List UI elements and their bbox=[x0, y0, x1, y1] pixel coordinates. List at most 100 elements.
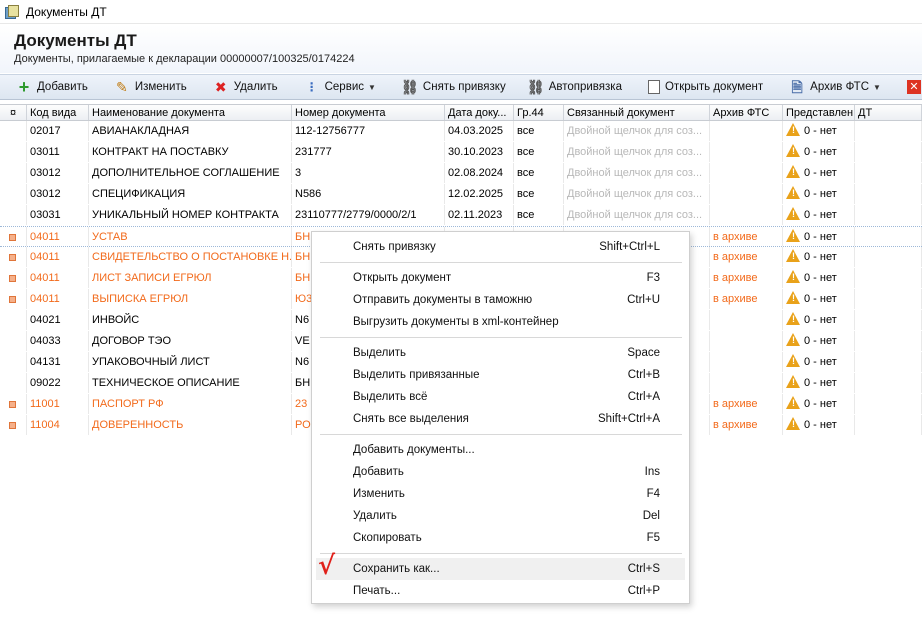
cell-gr44[interactable]: все bbox=[514, 163, 564, 183]
column-header-dt[interactable]: ДТ bbox=[855, 105, 922, 120]
cell-code[interactable]: 09022 bbox=[27, 373, 89, 393]
cell-presented[interactable]: ! 0 - нет bbox=[783, 227, 855, 246]
cell-code[interactable]: 11001 bbox=[27, 394, 89, 414]
cell-code[interactable]: 04011 bbox=[27, 289, 89, 309]
cell-code[interactable]: 04011 bbox=[27, 268, 89, 288]
cell-gr44[interactable]: все bbox=[514, 205, 564, 225]
column-header-name[interactable]: Наименование документа bbox=[89, 105, 292, 120]
cell-presented[interactable]: ! 0 - нет bbox=[783, 352, 855, 372]
row-marker-cell[interactable] bbox=[0, 310, 27, 330]
menu-item[interactable]: Добавить документы... bbox=[316, 439, 685, 461]
cell-presented[interactable]: ! 0 - нет bbox=[783, 205, 855, 225]
cell-dt[interactable] bbox=[855, 163, 922, 183]
cell-presented[interactable]: ! 0 - нет bbox=[783, 394, 855, 414]
menu-item[interactable]: Выделить всё Ctrl+A bbox=[316, 386, 685, 408]
cell-presented[interactable]: ! 0 - нет bbox=[783, 247, 855, 267]
column-header-gr44[interactable]: Гр.44 bbox=[514, 105, 564, 120]
cell-name[interactable]: КОНТРАКТ НА ПОСТАВКУ bbox=[89, 142, 292, 162]
cell-code[interactable]: 04131 bbox=[27, 352, 89, 372]
column-header-date[interactable]: Дата доку... bbox=[445, 105, 514, 120]
cell-name[interactable]: СВИДЕТЕЛЬСТВО О ПОСТАНОВКЕ Н... bbox=[89, 247, 292, 267]
cell-number[interactable]: N586 bbox=[292, 184, 445, 204]
cell-dt[interactable] bbox=[855, 205, 922, 225]
cell-name[interactable]: ТЕХНИЧЕСКОЕ ОПИСАНИЕ bbox=[89, 373, 292, 393]
cell-code[interactable]: 03012 bbox=[27, 184, 89, 204]
cell-linked-document[interactable]: Двойной щелчок для соз... bbox=[564, 121, 710, 141]
column-header-code[interactable]: Код вида bbox=[27, 105, 89, 120]
table-row[interactable]: 03012 ДОПОЛНИТЕЛЬНОЕ СОГЛАШЕНИЕ 3 02.08.202… bbox=[0, 163, 922, 184]
cell-date[interactable]: 12.02.2025 bbox=[445, 184, 514, 204]
cell-dt[interactable] bbox=[855, 268, 922, 288]
row-marker-cell[interactable] bbox=[0, 331, 27, 351]
cell-code[interactable]: 03012 bbox=[27, 163, 89, 183]
cell-linked-document[interactable]: Двойной щелчок для соз... bbox=[564, 184, 710, 204]
cell-linked-document[interactable]: Двойной щелчок для соз... bbox=[564, 142, 710, 162]
menu-item[interactable]: Выделить привязанные Ctrl+B bbox=[316, 364, 685, 386]
cell-number[interactable]: 112-12756777 bbox=[292, 121, 445, 141]
table-row[interactable]: 03011 КОНТРАКТ НА ПОСТАВКУ 231777 30.10.202… bbox=[0, 142, 922, 163]
menu-item[interactable]: Выгрузить документы в xml-контейнер bbox=[316, 311, 685, 333]
row-marker-cell[interactable] bbox=[0, 142, 27, 162]
menu-item[interactable]: Выделить Space bbox=[316, 342, 685, 364]
delete-button[interactable]: ✖ Удалить bbox=[207, 76, 284, 98]
cell-archive[interactable] bbox=[710, 121, 783, 141]
cell-name[interactable]: СПЕЦИФИКАЦИЯ bbox=[89, 184, 292, 204]
row-marker-cell[interactable] bbox=[0, 268, 27, 288]
cell-code[interactable]: 11004 bbox=[27, 415, 89, 435]
cell-code[interactable]: 04011 bbox=[27, 227, 89, 246]
row-marker-cell[interactable] bbox=[0, 394, 27, 414]
cell-archive[interactable]: в архиве bbox=[710, 227, 783, 246]
menu-item[interactable]: Снять все выделения Shift+Ctrl+A bbox=[316, 408, 685, 430]
menu-item[interactable]: Сохранить как... Ctrl+S bbox=[316, 558, 685, 580]
cell-dt[interactable] bbox=[855, 331, 922, 351]
row-marker-cell[interactable] bbox=[0, 247, 27, 267]
cell-archive[interactable] bbox=[710, 310, 783, 330]
cell-dt[interactable] bbox=[855, 121, 922, 141]
menu-item[interactable]: Скопировать F5 bbox=[316, 527, 685, 549]
cell-dt[interactable] bbox=[855, 415, 922, 435]
cell-presented[interactable]: ! 0 - нет bbox=[783, 184, 855, 204]
cell-gr44[interactable]: все bbox=[514, 184, 564, 204]
cell-presented[interactable]: ! 0 - нет bbox=[783, 415, 855, 435]
cell-archive[interactable] bbox=[710, 205, 783, 225]
cell-dt[interactable] bbox=[855, 394, 922, 414]
table-row[interactable]: 03031 УНИКАЛЬНЫЙ НОМЕР КОНТРАКТА 23110777/… bbox=[0, 205, 922, 226]
cell-archive[interactable] bbox=[710, 373, 783, 393]
cell-number[interactable]: 3 bbox=[292, 163, 445, 183]
cell-archive[interactable]: в архиве bbox=[710, 289, 783, 309]
cell-archive[interactable] bbox=[710, 331, 783, 351]
menu-item[interactable]: Отправить документы в таможню Ctrl+U bbox=[316, 289, 685, 311]
cell-archive[interactable] bbox=[710, 352, 783, 372]
cell-code[interactable]: 03011 bbox=[27, 142, 89, 162]
cell-dt[interactable] bbox=[855, 289, 922, 309]
cell-archive[interactable]: в архиве bbox=[710, 415, 783, 435]
cell-presented[interactable]: ! 0 - нет bbox=[783, 373, 855, 393]
cell-date[interactable]: 30.10.2023 bbox=[445, 142, 514, 162]
edit-button[interactable]: ✎ Изменить bbox=[108, 76, 193, 98]
cell-presented[interactable]: ! 0 - нет bbox=[783, 121, 855, 141]
cell-archive[interactable]: в архиве bbox=[710, 268, 783, 288]
cell-code[interactable]: 04033 bbox=[27, 331, 89, 351]
cell-archive[interactable] bbox=[710, 163, 783, 183]
column-header-archive[interactable]: Архив ФТС bbox=[710, 105, 783, 120]
cell-dt[interactable] bbox=[855, 373, 922, 393]
cell-date[interactable]: 04.03.2025 bbox=[445, 121, 514, 141]
cell-name[interactable]: ИНВОЙС bbox=[89, 310, 292, 330]
cell-name[interactable]: ПАСПОРТ РФ bbox=[89, 394, 292, 414]
close-button[interactable]: ✕ bbox=[901, 76, 922, 98]
row-marker-cell[interactable] bbox=[0, 415, 27, 435]
row-marker-cell[interactable] bbox=[0, 352, 27, 372]
cell-code[interactable]: 04021 bbox=[27, 310, 89, 330]
cell-name[interactable]: ДОГОВОР ТЭО bbox=[89, 331, 292, 351]
menu-item[interactable]: Изменить F4 bbox=[316, 483, 685, 505]
cell-dt[interactable] bbox=[855, 227, 922, 246]
cell-dt[interactable] bbox=[855, 310, 922, 330]
menu-item[interactable]: Снять привязку Shift+Ctrl+L bbox=[316, 236, 685, 258]
cell-archive[interactable]: в архиве bbox=[710, 247, 783, 267]
cell-date[interactable]: 02.11.2023 bbox=[445, 205, 514, 225]
cell-name[interactable]: ВЫПИСКА ЕГРЮЛ bbox=[89, 289, 292, 309]
cell-dt[interactable] bbox=[855, 142, 922, 162]
cell-name[interactable]: АВИАНАКЛАДНАЯ bbox=[89, 121, 292, 141]
menu-item[interactable]: Печать... Ctrl+P bbox=[316, 580, 685, 602]
cell-presented[interactable]: ! 0 - нет bbox=[783, 268, 855, 288]
